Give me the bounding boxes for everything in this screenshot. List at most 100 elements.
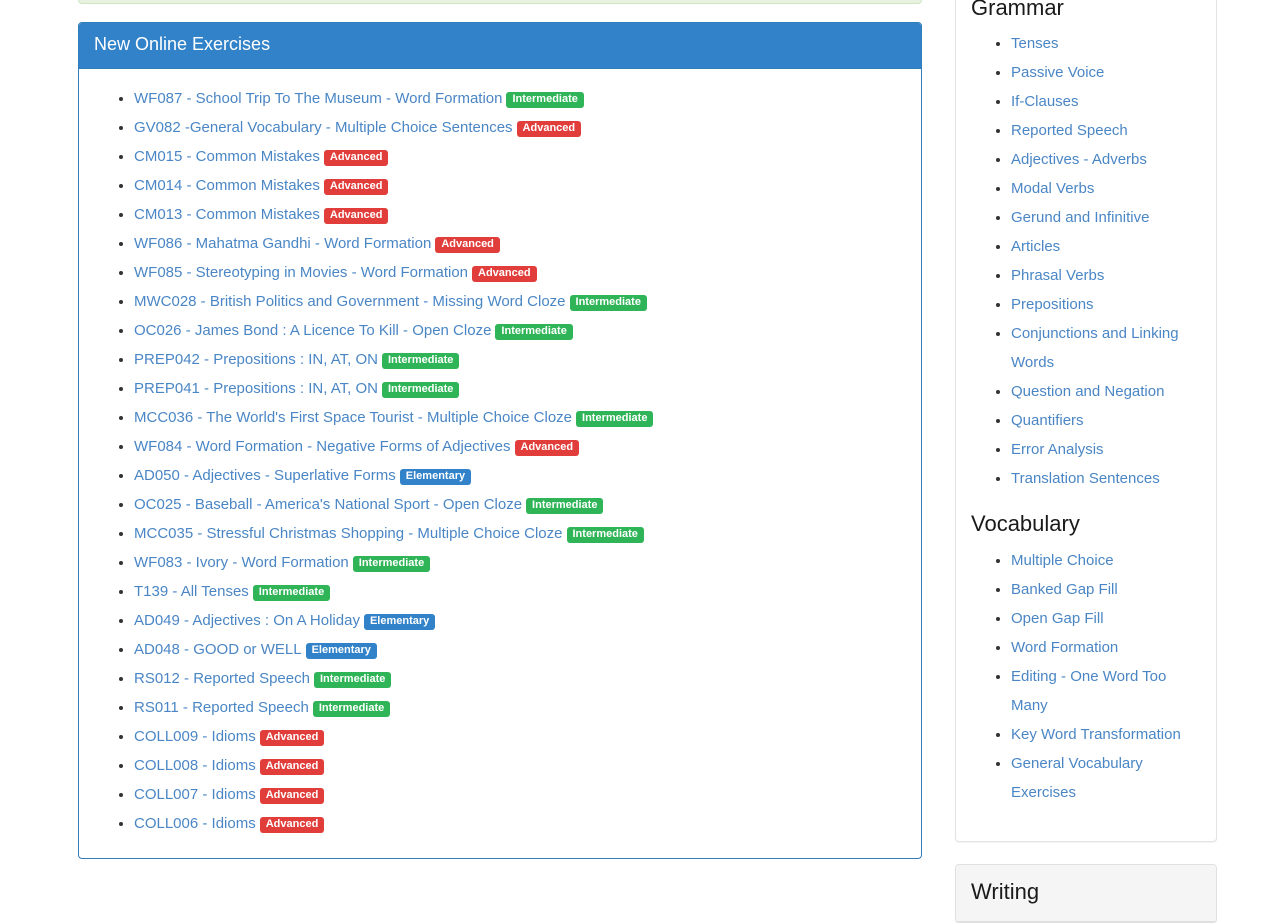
level-badge: Advanced [517, 121, 582, 137]
exercise-link[interactable]: CM015 - Common Mistakes [134, 148, 320, 165]
list-item: PREP042 - Prepositions : IN, AT, ONInter… [134, 345, 906, 374]
exercise-link[interactable]: WF084 - Word Formation - Negative Forms … [134, 438, 511, 455]
list-item: OC026 - James Bond : A Licence To Kill -… [134, 316, 906, 345]
list-item: AD050 - Adjectives - Superlative FormsEl… [134, 461, 906, 490]
list-item: Editing - One Word Too Many [1011, 662, 1201, 720]
level-badge: Intermediate [253, 585, 330, 601]
list-item: Reported Speech [1011, 116, 1201, 145]
exercise-link[interactable]: COLL009 - Idioms [134, 728, 256, 745]
writing-panel-heading: Writing [956, 865, 1216, 922]
sidebar-item-link[interactable]: Quantifiers [1011, 412, 1084, 429]
exercise-link[interactable]: WF083 - Ivory - Word Formation [134, 554, 349, 571]
sidebar-item-link[interactable]: Multiple Choice [1011, 552, 1114, 569]
panel-title: New Online Exercises [94, 34, 270, 54]
sidebar-section-title: Grammar [971, 0, 1201, 21]
list-item: Adjectives - Adverbs [1011, 145, 1201, 174]
exercise-link[interactable]: CM014 - Common Mistakes [134, 177, 320, 194]
panel-body: WF087 - School Trip To The Museum - Word… [79, 69, 921, 858]
exercise-link[interactable]: COLL006 - Idioms [134, 815, 256, 832]
sidebar: Grammar Tenses Passive Voice If-Clauses Repo… [955, 0, 1217, 923]
sidebar-item-link[interactable]: Modal Verbs [1011, 180, 1094, 197]
level-badge: Intermediate [526, 498, 603, 514]
exercise-link[interactable]: CM013 - Common Mistakes [134, 206, 320, 223]
list-item: General Vocabulary Exercises [1011, 749, 1201, 807]
exercise-link[interactable]: AD048 - GOOD or WELL [134, 641, 302, 658]
writing-panel-title: Writing [971, 879, 1201, 905]
sidebar-item-link[interactable]: Key Word Transformation [1011, 726, 1181, 743]
list-item: CM015 - Common MistakesAdvanced [134, 142, 906, 171]
level-badge: Advanced [324, 179, 389, 195]
sidebar-item-link[interactable]: Tenses [1011, 35, 1059, 52]
exercise-link[interactable]: OC025 - Baseball - America's National Sp… [134, 496, 522, 513]
list-item: Multiple Choice [1011, 546, 1201, 575]
sidebar-categories-body: Grammar Tenses Passive Voice If-Clauses Repo… [956, 0, 1216, 807]
list-item: Conjunctions and Linking Words [1011, 319, 1201, 377]
list-item: COLL007 - IdiomsAdvanced [134, 780, 906, 809]
list-item: WF083 - Ivory - Word FormationIntermedia… [134, 548, 906, 577]
sidebar-item-link[interactable]: General Vocabulary Exercises [1011, 755, 1143, 801]
sidebar-item-link[interactable]: Banked Gap Fill [1011, 581, 1118, 598]
sidebar-section-title: Vocabulary [971, 511, 1201, 537]
sidebar-item-link[interactable]: Gerund and Infinitive [1011, 209, 1149, 226]
list-item: RS011 - Reported SpeechIntermediate [134, 693, 906, 722]
list-item: Articles [1011, 232, 1201, 261]
page-root: New Online Exercises WF087 - School Trip… [0, 0, 1268, 805]
level-badge: Intermediate [495, 324, 572, 340]
level-badge: Elementary [400, 469, 471, 485]
exercise-link[interactable]: RS012 - Reported Speech [134, 670, 310, 687]
exercise-link[interactable]: COLL007 - Idioms [134, 786, 256, 803]
list-item: Gerund and Infinitive [1011, 203, 1201, 232]
exercise-link[interactable]: WF086 - Mahatma Gandhi - Word Formation [134, 235, 431, 252]
list-item: Banked Gap Fill [1011, 575, 1201, 604]
sidebar-item-link[interactable]: Adjectives - Adverbs [1011, 151, 1147, 168]
exercise-link[interactable]: T139 - All Tenses [134, 583, 249, 600]
sidebar-item-link[interactable]: Articles [1011, 238, 1060, 255]
sidebar-item-link[interactable]: Editing - One Word Too Many [1011, 668, 1166, 714]
list-item: Question and Negation [1011, 377, 1201, 406]
list-item: Open Gap Fill [1011, 604, 1201, 633]
list-item: MCC036 - The World's First Space Tourist… [134, 403, 906, 432]
sidebar-item-link[interactable]: Open Gap Fill [1011, 610, 1104, 627]
level-badge: Intermediate [576, 411, 653, 427]
exercise-link[interactable]: WF085 - Stereotyping in Movies - Word Fo… [134, 264, 468, 281]
level-badge: Advanced [324, 208, 389, 224]
list-item: CM013 - Common MistakesAdvanced [134, 200, 906, 229]
sidebar-item-link[interactable]: Question and Negation [1011, 383, 1164, 400]
sidebar-item-link[interactable]: Phrasal Verbs [1011, 267, 1104, 284]
level-badge: Advanced [324, 150, 389, 166]
level-badge: Advanced [260, 759, 325, 775]
exercise-link[interactable]: PREP042 - Prepositions : IN, AT, ON [134, 351, 378, 368]
list-item: Quantifiers [1011, 406, 1201, 435]
list-item: CM014 - Common MistakesAdvanced [134, 171, 906, 200]
sidebar-item-link[interactable]: Translation Sentences [1011, 470, 1160, 487]
level-badge: Advanced [260, 817, 325, 833]
sidebar-item-link[interactable]: Error Analysis [1011, 441, 1104, 458]
list-item: If-Clauses [1011, 87, 1201, 116]
exercise-link[interactable]: AD049 - Adjectives : On A Holiday [134, 612, 360, 629]
sidebar-item-link[interactable]: Reported Speech [1011, 122, 1128, 139]
exercise-link[interactable]: MCC036 - The World's First Space Tourist… [134, 409, 572, 426]
exercise-link[interactable]: WF087 - School Trip To The Museum - Word… [134, 90, 502, 107]
sidebar-item-link[interactable]: Conjunctions and Linking Words [1011, 325, 1179, 371]
sidebar-item-link[interactable]: Passive Voice [1011, 64, 1104, 81]
exercise-link[interactable]: MWC028 - British Politics and Government… [134, 293, 566, 310]
list-item: OC025 - Baseball - America's National Sp… [134, 490, 906, 519]
panel-heading: New Online Exercises [79, 23, 921, 69]
exercise-link[interactable]: MCC035 - Stressful Christmas Shopping - … [134, 525, 563, 542]
exercise-link[interactable]: COLL008 - Idioms [134, 757, 256, 774]
list-item: Error Analysis [1011, 435, 1201, 464]
exercise-link[interactable]: PREP041 - Prepositions : IN, AT, ON [134, 380, 378, 397]
exercise-link[interactable]: AD050 - Adjectives - Superlative Forms [134, 467, 396, 484]
sidebar-item-link[interactable]: Word Formation [1011, 639, 1118, 656]
sidebar-item-link[interactable]: Prepositions [1011, 296, 1094, 313]
list-item: WF085 - Stereotyping in Movies - Word Fo… [134, 258, 906, 287]
sidebar-item-link[interactable]: If-Clauses [1011, 93, 1079, 110]
list-item: PREP041 - Prepositions : IN, AT, ONInter… [134, 374, 906, 403]
level-badge: Advanced [435, 237, 500, 253]
exercise-link[interactable]: RS011 - Reported Speech [134, 699, 309, 716]
list-item: MCC035 - Stressful Christmas Shopping - … [134, 519, 906, 548]
exercise-link[interactable]: OC026 - James Bond : A Licence To Kill -… [134, 322, 491, 339]
exercise-link[interactable]: GV082 -General Vocabulary - Multiple Cho… [134, 119, 513, 136]
level-badge: Elementary [364, 614, 435, 630]
success-alert-strip [78, 0, 922, 4]
